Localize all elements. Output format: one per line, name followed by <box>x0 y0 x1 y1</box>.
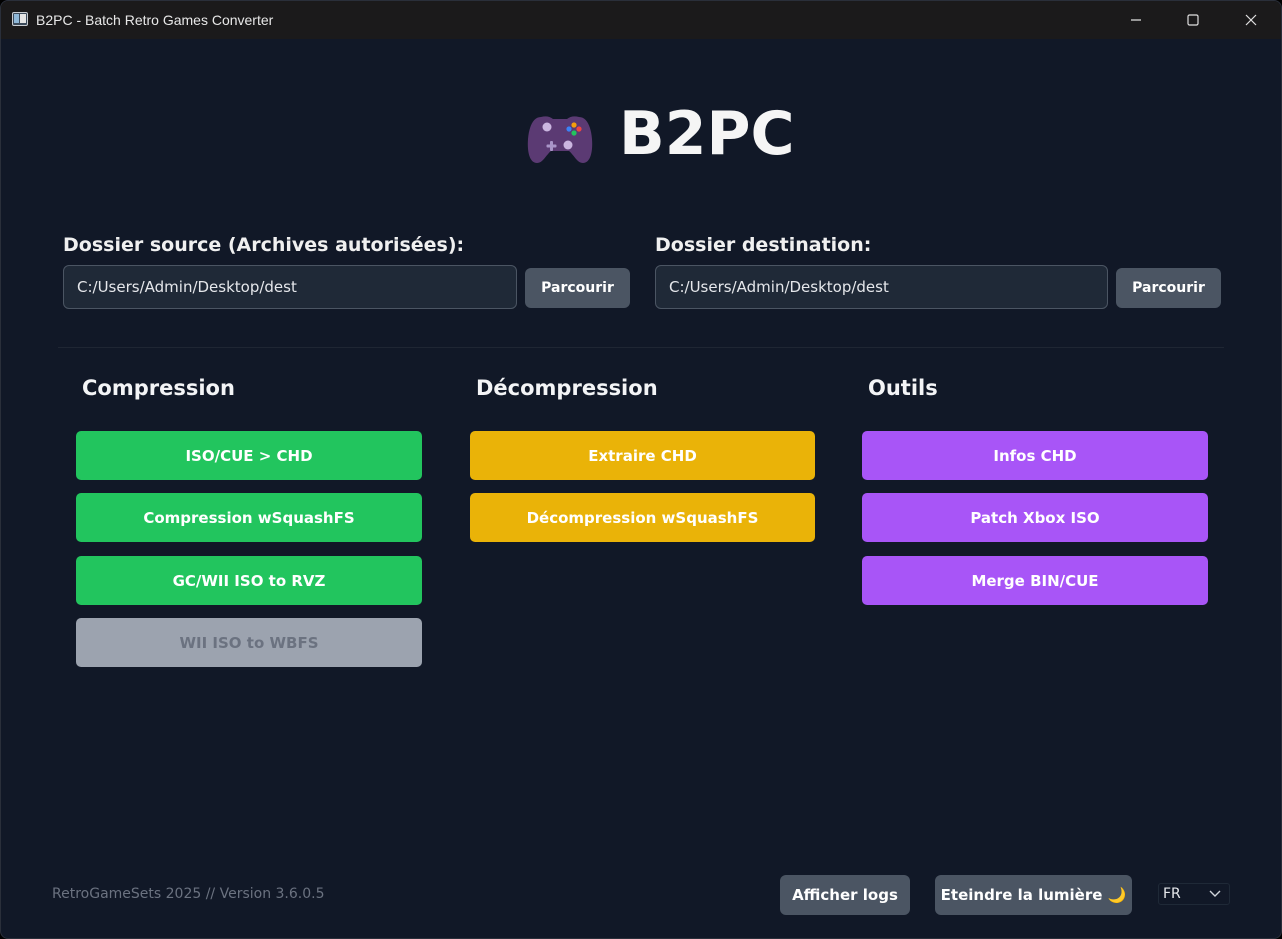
minimize-icon <box>1131 19 1141 21</box>
app-window-icon <box>12 12 28 26</box>
tools-title: Outils <box>868 376 938 400</box>
chevron-down-icon <box>1209 890 1221 897</box>
app-window: B2PC - Batch Retro Games Converter B2PC … <box>0 0 1282 939</box>
source-folder-input[interactable] <box>63 265 517 309</box>
extract-chd-button[interactable]: Extraire CHD <box>470 431 815 480</box>
compression-title: Compression <box>82 376 235 400</box>
infos-chd-button[interactable]: Infos CHD <box>862 431 1208 480</box>
source-folder-label: Dossier source (Archives autorisées): <box>63 234 465 256</box>
destination-browse-button[interactable]: Parcourir <box>1116 268 1221 308</box>
close-icon <box>1245 14 1257 26</box>
language-select[interactable]: FR <box>1158 883 1230 905</box>
decompression-wsquashfs-button[interactable]: Décompression wSquashFS <box>470 493 815 542</box>
toggle-theme-button[interactable]: Eteindre la lumière 🌙 <box>935 875 1132 915</box>
title-bar[interactable]: B2PC - Batch Retro Games Converter <box>1 1 1281 39</box>
maximize-icon <box>1187 14 1199 26</box>
destination-folder-input[interactable] <box>655 265 1108 309</box>
patch-xbox-iso-button[interactable]: Patch Xbox ISO <box>862 493 1208 542</box>
app-title: B2PC <box>619 99 795 169</box>
wii-iso-to-wbfs-button[interactable]: WII ISO to WBFS <box>76 618 422 667</box>
language-value: FR <box>1163 886 1181 902</box>
window-title: B2PC - Batch Retro Games Converter <box>36 12 274 28</box>
merge-bin-cue-button[interactable]: Merge BIN/CUE <box>862 556 1208 605</box>
decompression-title: Décompression <box>476 376 658 400</box>
iso-cue-to-chd-button[interactable]: ISO/CUE > CHD <box>76 431 422 480</box>
show-logs-button[interactable]: Afficher logs <box>780 875 910 915</box>
destination-folder-label: Dossier destination: <box>655 234 872 256</box>
divider <box>58 347 1224 348</box>
version-text: RetroGameSets 2025 // Version 3.6.0.5 <box>52 886 325 902</box>
gamepad-icon <box>527 116 593 163</box>
gc-wii-iso-to-rvz-button[interactable]: GC/WII ISO to RVZ <box>76 556 422 605</box>
minimize-button[interactable] <box>1107 1 1165 39</box>
maximize-button[interactable] <box>1164 1 1222 39</box>
compression-wsquashfs-button[interactable]: Compression wSquashFS <box>76 493 422 542</box>
close-button[interactable] <box>1222 1 1280 39</box>
source-browse-button[interactable]: Parcourir <box>525 268 630 308</box>
